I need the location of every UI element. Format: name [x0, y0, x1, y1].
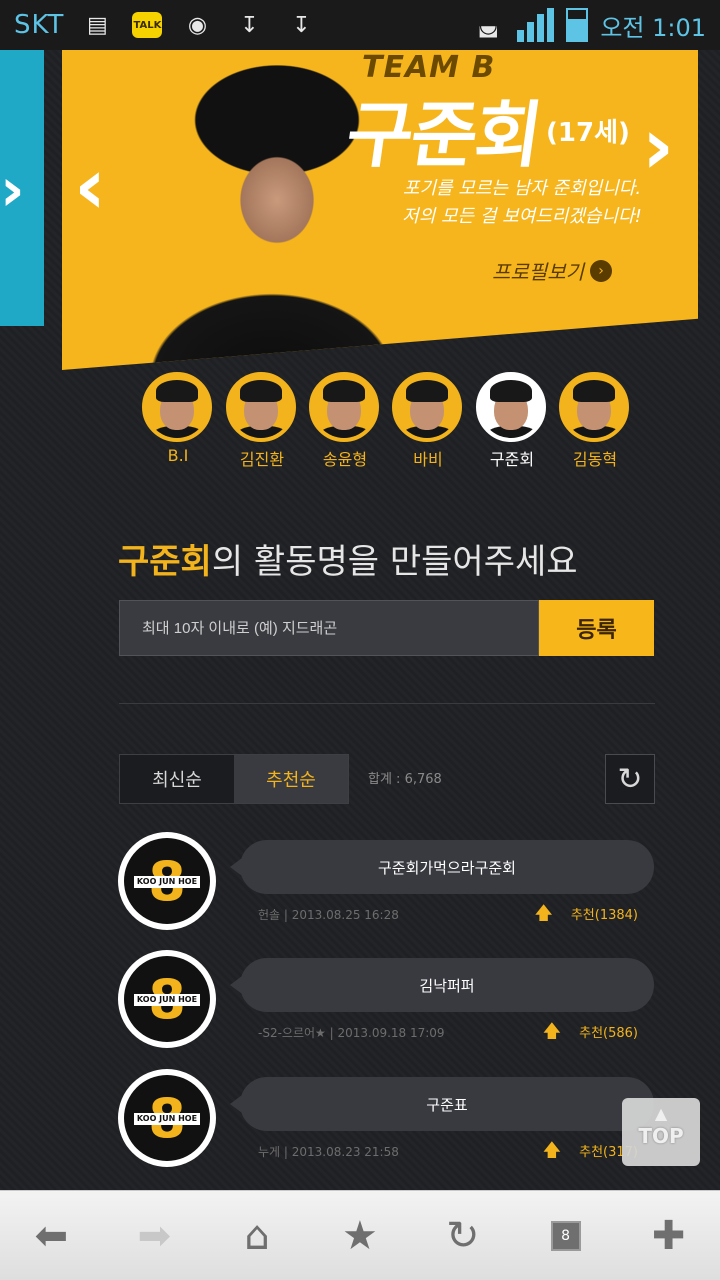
member-item-label: 김동혁	[572, 450, 618, 469]
avatar	[309, 372, 379, 442]
download-icon: ↧	[292, 12, 311, 38]
download-icon: ↧	[240, 12, 259, 38]
forward-arrow-icon[interactable]: ➡	[124, 1206, 184, 1266]
camera-icon: ◉	[187, 12, 208, 38]
profile-link-label: 프로필보기	[492, 260, 584, 284]
profile-link[interactable]: 프로필보기 ›	[492, 256, 612, 285]
member-item-label: B.I	[167, 446, 189, 465]
member-age: (17세)	[546, 118, 630, 148]
chevron-right-icon: ›	[590, 259, 612, 282]
avatar	[392, 372, 462, 442]
sort-tabs: 최신순 추천순	[119, 754, 349, 804]
arrow-up-icon: 🡅	[542, 1020, 562, 1042]
member-name: 구준회	[341, 93, 546, 177]
member-item-active[interactable]: 구준회	[476, 372, 548, 470]
arrow-up-icon: 🡅	[542, 1139, 562, 1161]
page-title-rest: 의 활동명을 만들어주세요	[211, 542, 578, 582]
refresh-button[interactable]: ↻	[605, 754, 655, 804]
clock: 오전 1:01	[600, 13, 706, 42]
member-item-label: 바비	[413, 450, 443, 469]
status-bar: SKT ▤ TALK ◉ ↧ ↧ ◛ 오전 1:01	[0, 0, 720, 50]
submit-button[interactable]: 등록	[539, 600, 654, 656]
arrow-up-icon: 🡅	[534, 902, 553, 924]
battery-icon	[566, 8, 589, 42]
tagline-line: 포기를 모르는 남자 준회입니다.	[402, 178, 642, 199]
new-tab-plus-icon[interactable]: ✚	[638, 1206, 698, 1266]
member-item-label: 구준회	[489, 450, 535, 469]
entry-meta: 헌솔 | 2013.08.25 16:28	[258, 908, 399, 922]
entry-badge: 8KOO JUN HOE	[118, 832, 216, 930]
home-icon[interactable]: ⌂	[227, 1206, 287, 1266]
list-item: 8KOO JUN HOE 김낙퍼퍼 -S2-으르어★ | 2013.09.18 …	[118, 950, 658, 1060]
reload-icon[interactable]: ↻	[433, 1206, 493, 1266]
app-root: SKT ▤ TALK ◉ ↧ ↧ ◛ 오전 1:01 › TEAM B 구준회 …	[0, 0, 720, 1280]
chevron-right-icon[interactable]: ›	[642, 108, 674, 186]
triangle-up-icon: ▲	[654, 1104, 668, 1123]
nickname-input[interactable]	[119, 600, 539, 656]
nickname-bubble: 구준표	[230, 1077, 654, 1131]
chevron-left-icon[interactable]: ‹	[74, 148, 106, 226]
member-item-label: 김진환	[239, 450, 285, 469]
kakaotalk-icon: TALK	[132, 12, 163, 38]
member-item-label: 송윤형	[322, 450, 368, 469]
bookmark-star-icon[interactable]: ★	[330, 1206, 390, 1266]
refresh-icon: ↻	[617, 761, 643, 797]
list-item: 8KOO JUN HOE 구준표 누게 | 2013.08.23 21:58 🡅…	[118, 1069, 658, 1179]
recommend-count: 추천(586)	[579, 1026, 638, 1041]
gallery-icon: ▤	[87, 12, 108, 38]
divider	[119, 703, 655, 704]
carrier-label: SKT	[14, 10, 65, 40]
recommend-count: 추천(1384)	[570, 908, 638, 923]
member-item[interactable]: 김동혁	[559, 372, 631, 470]
member-item[interactable]: 송윤형	[309, 372, 381, 470]
entry-badge: 8KOO JUN HOE	[118, 950, 216, 1048]
entry-meta: 누게 | 2013.08.23 21:58	[258, 1145, 399, 1159]
tab-recommended[interactable]: 추천순	[234, 755, 348, 803]
avatar	[559, 372, 629, 442]
scroll-top-button[interactable]: ▲ TOP	[622, 1098, 700, 1166]
avatar	[226, 372, 296, 442]
member-item[interactable]: 김진환	[226, 372, 298, 470]
signal-icon	[517, 8, 555, 42]
entry-badge: 8KOO JUN HOE	[118, 1069, 216, 1167]
recommend-button[interactable]: 🡅 추천(586)	[543, 1022, 638, 1041]
member-banner: TEAM B 구준회 (17세) 포기를 모르는 남자 준회입니다. 저의 모든…	[62, 50, 698, 370]
wifi-icon: ◛	[477, 12, 499, 38]
tagline-line: 저의 모든 걸 보여드리겠습니다!	[402, 206, 642, 227]
member-item[interactable]: 바비	[392, 372, 464, 470]
member-item[interactable]: B.I	[142, 372, 214, 465]
tabs-count: 8	[550, 1220, 581, 1251]
back-arrow-icon[interactable]: ⬅	[21, 1206, 81, 1266]
tabs-button[interactable]: 8	[536, 1206, 596, 1266]
avatar	[476, 372, 546, 442]
tab-latest[interactable]: 최신순	[120, 755, 234, 803]
nickname-bubble: 구준회가먹으라구준회	[230, 840, 654, 894]
page-title: 구준회의 활동명을 만들어주세요	[118, 534, 578, 583]
entry-meta: -S2-으르어★ | 2013.09.18 17:09	[258, 1026, 445, 1040]
previous-slide-rail[interactable]: ›	[0, 50, 44, 326]
browser-toolbar: ⬅ ➡ ⌂ ★ ↻ 8 ✚	[0, 1190, 720, 1280]
member-selector: B.I 김진환 송윤형 바비 구준회 김동혁	[142, 372, 632, 472]
recommend-button[interactable]: 🡅 추천(1384)	[534, 904, 638, 923]
avatar	[142, 372, 212, 442]
member-tagline: 포기를 모르는 남자 준회입니다. 저의 모든 걸 보여드리겠습니다!	[352, 175, 692, 231]
list-item: 8KOO JUN HOE 구준회가먹으라구준회 헌솔 | 2013.08.25 …	[118, 832, 658, 942]
nickname-bubble: 김낙퍼퍼	[230, 958, 654, 1012]
scroll-top-label: TOP	[638, 1124, 684, 1148]
total-count: 합계 : 6,768	[368, 772, 442, 787]
chevron-right-icon: ›	[0, 155, 25, 225]
page-title-highlight: 구준회	[118, 542, 212, 582]
